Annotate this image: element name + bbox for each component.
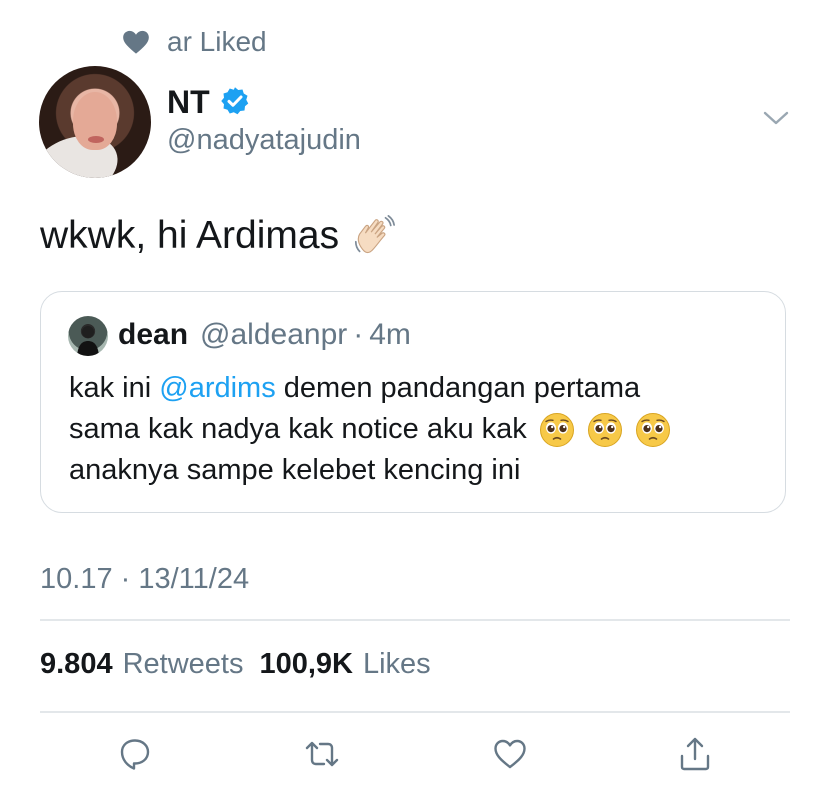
quoted-author-avatar[interactable] (68, 316, 108, 356)
quoted-author-handle[interactable]: @aldeanpr (200, 318, 347, 352)
quoted-text-segment: sama kak nadya kak notice aku kak (69, 413, 527, 445)
verified-badge-icon (221, 87, 249, 115)
likes-count[interactable]: 100,9K (259, 648, 353, 681)
quoted-header: dean @aldeanpr · 4m (118, 318, 411, 352)
retweets-label[interactable]: Retweets (123, 648, 244, 681)
quoted-text-line: kak ini @ardims demen pandangan pertama (69, 368, 769, 409)
quoted-time: 4m (369, 318, 411, 351)
retweet-button[interactable] (302, 734, 342, 774)
heart-icon (123, 30, 149, 54)
mention-link[interactable]: @ardims (159, 368, 275, 409)
pleading-face-icon (587, 412, 622, 447)
social-context-text[interactable]: ar Liked (167, 26, 267, 58)
like-button[interactable] (490, 734, 530, 774)
share-button[interactable] (675, 734, 715, 774)
divider (40, 619, 790, 621)
author-handle[interactable]: @nadyatajudin (167, 124, 361, 157)
tweet-timestamp[interactable]: 10.17 · 13/11/24 (40, 563, 249, 596)
quoted-text-line: anaknya sampe kelebet kencing ini (69, 450, 769, 491)
pleading-face-icon (539, 412, 574, 447)
chevron-down-icon[interactable] (762, 108, 790, 128)
heart-outline-icon (494, 739, 526, 769)
quoted-separator: · (353, 318, 364, 351)
pleading-face-icon (635, 412, 670, 447)
retweets-count[interactable]: 9.804 (40, 648, 113, 681)
waving-hand-icon (355, 215, 396, 254)
share-icon (680, 737, 710, 771)
reply-button[interactable] (115, 734, 155, 774)
quoted-text: kak ini @ardims demen pandangan pertama … (69, 368, 769, 491)
tweet-text: wkwk, hi Ardimas (40, 213, 397, 259)
quoted-text-segment: demen pandangan pertama (275, 372, 641, 404)
quoted-text-segment: kak ini (69, 372, 160, 404)
quoted-text-segment: anaknya sampe kelebet kencing ini (69, 454, 521, 486)
author-avatar[interactable] (39, 66, 151, 178)
tweet-text-content: wkwk, hi Ardimas (40, 214, 340, 257)
retweet-icon (305, 741, 339, 767)
quoted-author-name[interactable]: dean (118, 318, 188, 352)
likes-label[interactable]: Likes (363, 648, 431, 681)
quoted-text-line: sama kak nadya kak notice aku kak (69, 409, 769, 450)
reply-icon (120, 739, 150, 770)
author-name[interactable]: NT (167, 84, 210, 121)
engagement-stats: 9.804 Retweets 100,9K Likes (40, 648, 447, 681)
divider (40, 711, 790, 713)
